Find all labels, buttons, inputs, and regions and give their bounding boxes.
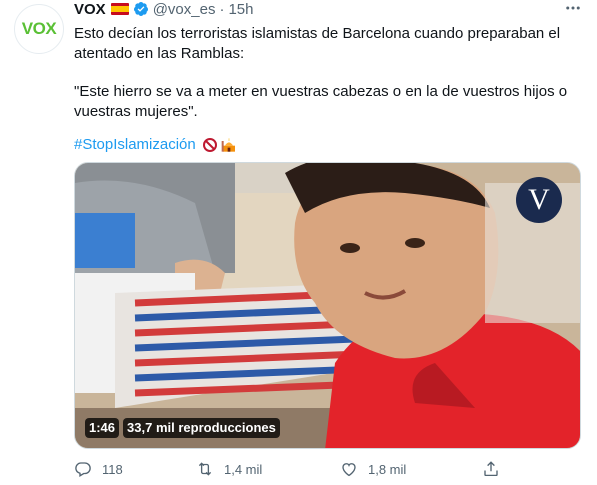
share-button[interactable]: [482, 460, 500, 478]
video-views: 33,7 mil reproducciones: [123, 418, 280, 438]
reply-count: 118: [102, 461, 123, 477]
tweet-timestamp[interactable]: 15h: [228, 1, 253, 18]
tweet-header: VOX @vox_es · 15h: [74, 0, 253, 18]
more-options-icon[interactable]: [561, 0, 585, 18]
retweet-button[interactable]: 1,4 mil: [196, 460, 262, 478]
watermark-logo: V: [516, 177, 562, 223]
prohibited-icon: [202, 138, 217, 152]
share-icon: [484, 461, 498, 477]
video-badges: 1:46 33,7 mil reproducciones: [85, 418, 280, 438]
video-duration: 1:46: [85, 418, 120, 438]
hashtag-link[interactable]: #StopIslamización: [74, 135, 196, 155]
avatar-logo-text: VOX: [21, 19, 57, 38]
heart-icon: [342, 463, 356, 477]
mosque-icon: [221, 138, 235, 152]
retweet-icon: [198, 462, 212, 476]
action-bar: 118 1,4 mil 1,8 mil: [74, 458, 554, 480]
video-thumbnail: [75, 163, 580, 448]
like-button[interactable]: 1,8 mil: [340, 460, 406, 478]
tweet-paragraph-2: "Este hierro se va a meter en vuestras c…: [74, 83, 568, 120]
author-handle[interactable]: @vox_es: [153, 1, 216, 18]
like-count: 1,8 mil: [368, 461, 407, 477]
verified-badge-icon: [133, 2, 148, 16]
reply-icon: [75, 462, 91, 477]
tweet-paragraph-1: Esto decían los terroristas islamistas d…: [74, 25, 561, 62]
hashtag-line: #StopIslamización: [74, 135, 237, 155]
reply-button[interactable]: 118: [74, 460, 123, 478]
retweet-count: 1,4 mil: [224, 461, 263, 477]
tweet-body: Esto decían los terroristas islamistas d…: [74, 24, 574, 122]
author-name[interactable]: VOX: [74, 1, 106, 18]
spain-flag-icon: [110, 3, 129, 15]
separator-dot: ·: [219, 0, 225, 18]
video-player[interactable]: V 1:46 33,7 mil reproducciones: [74, 162, 581, 449]
avatar[interactable]: VOX: [14, 4, 64, 54]
